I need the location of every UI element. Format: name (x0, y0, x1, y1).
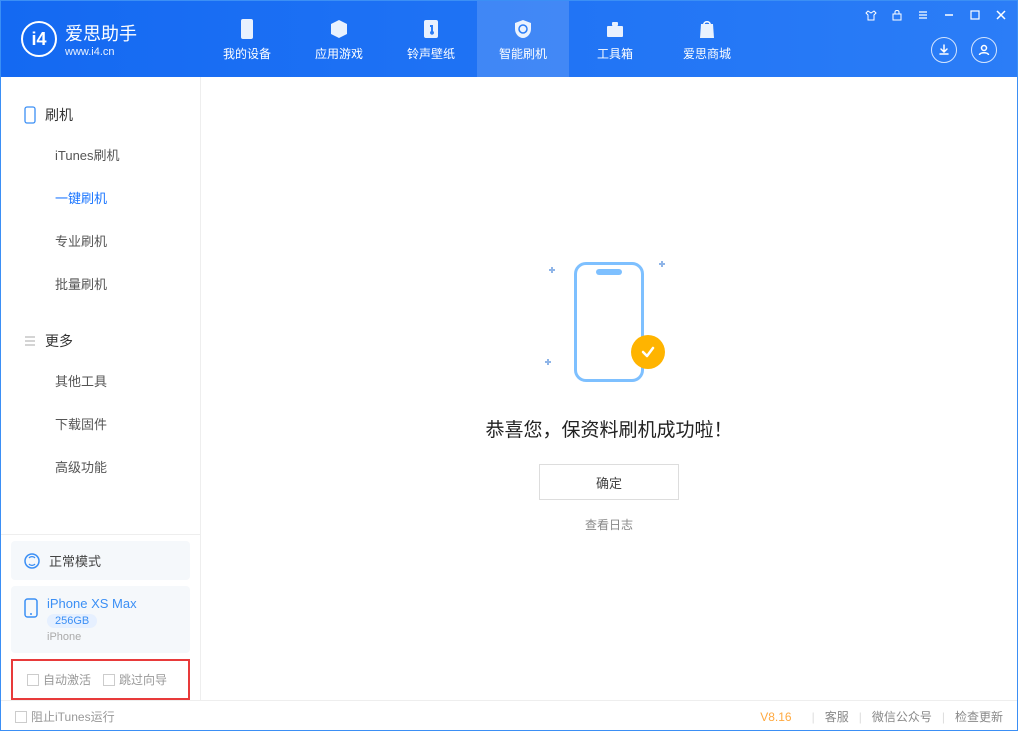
divider: | (812, 710, 815, 724)
app-name: 爱思助手 (65, 20, 137, 46)
title-bar: i4 爱思助手 www.i4.cn 我的设备 应用游戏 铃声壁纸 智能刷机 工具… (1, 1, 1017, 77)
app-site: www.i4.cn (65, 46, 137, 58)
checkbox-icon (15, 711, 27, 723)
body: 刷机 iTunes刷机 一键刷机 专业刷机 批量刷机 更多 其他工具 下载固件 … (1, 77, 1017, 700)
user-button[interactable] (971, 37, 997, 63)
group-title: 更多 (45, 331, 73, 351)
checkbox-icon (103, 674, 115, 686)
checkbox-auto-activate[interactable]: 自动激活 (27, 671, 91, 688)
sparkle-icon (545, 359, 551, 365)
logo-area: i4 爱思助手 www.i4.cn (1, 20, 201, 58)
divider: | (942, 710, 945, 724)
sidebar: 刷机 iTunes刷机 一键刷机 专业刷机 批量刷机 更多 其他工具 下载固件 … (1, 77, 201, 700)
tab-label: 智能刷机 (499, 45, 547, 62)
highlighted-options-row: 自动激活 跳过向导 (11, 659, 190, 700)
checkbox-icon (27, 674, 39, 686)
device-icon (235, 17, 259, 41)
tab-apps-games[interactable]: 应用游戏 (293, 1, 385, 77)
tab-ringtones-wallpapers[interactable]: 铃声壁纸 (385, 1, 477, 77)
version-label: V8.16 (760, 710, 791, 724)
menu-icon[interactable] (915, 7, 931, 23)
minimize-button[interactable] (941, 7, 957, 23)
sidebar-group-more: 更多 其他工具 下载固件 高级功能 (1, 323, 200, 488)
group-title: 刷机 (45, 105, 73, 125)
footer-left: 阻止iTunes运行 (15, 708, 760, 725)
sidebar-item-itunes-flash[interactable]: iTunes刷机 (1, 133, 200, 176)
refresh-circle-icon (23, 552, 41, 570)
phone-icon (23, 598, 39, 618)
support-link[interactable]: 客服 (825, 708, 849, 725)
tab-label: 铃声壁纸 (407, 45, 455, 62)
close-button[interactable] (993, 7, 1009, 23)
footer-right: V8.16 | 客服 | 微信公众号 | 检查更新 (760, 708, 1003, 725)
sidebar-group-flash: 刷机 iTunes刷机 一键刷机 专业刷机 批量刷机 (1, 97, 200, 305)
checkbox-label: 阻止iTunes运行 (31, 708, 115, 725)
shield-refresh-icon (511, 17, 535, 41)
confirm-button[interactable]: 确定 (539, 464, 679, 500)
checkbox-block-itunes[interactable]: 阻止iTunes运行 (15, 708, 115, 725)
main-content: 恭喜您，保资料刷机成功啦！ 确定 查看日志 (201, 77, 1017, 700)
mode-label: 正常模式 (49, 551, 101, 570)
device-card[interactable]: iPhone XS Max 256GB iPhone (11, 586, 190, 653)
success-message: 恭喜您，保资料刷机成功啦！ (485, 415, 732, 442)
tab-smart-flash[interactable]: 智能刷机 (477, 1, 569, 77)
status-bar: 阻止iTunes运行 V8.16 | 客服 | 微信公众号 | 检查更新 (1, 700, 1017, 732)
shirt-icon[interactable] (863, 7, 879, 23)
view-log-link[interactable]: 查看日志 (585, 516, 633, 533)
check-update-link[interactable]: 检查更新 (955, 708, 1003, 725)
app-title-block: 爱思助手 www.i4.cn (65, 20, 137, 58)
music-file-icon (419, 17, 443, 41)
checkbox-label: 跳过向导 (119, 671, 167, 688)
device-type: iPhone (47, 631, 137, 643)
cube-icon (327, 17, 351, 41)
tab-label: 爱思商城 (683, 45, 731, 62)
app-logo-icon: i4 (21, 21, 57, 57)
tab-toolbox[interactable]: 工具箱 (569, 1, 661, 77)
check-badge-icon (631, 335, 665, 369)
wechat-link[interactable]: 微信公众号 (872, 708, 932, 725)
window-controls (863, 7, 1009, 23)
sidebar-item-pro-flash[interactable]: 专业刷机 (1, 219, 200, 262)
sidebar-item-oneclick-flash[interactable]: 一键刷机 (1, 176, 200, 219)
list-icon (23, 334, 37, 348)
phone-outline-icon (23, 106, 37, 124)
checkbox-label: 自动激活 (43, 671, 91, 688)
maximize-button[interactable] (967, 7, 983, 23)
header-right-buttons (931, 37, 997, 63)
sparkle-icon (549, 267, 555, 273)
tab-store[interactable]: 爱思商城 (661, 1, 753, 77)
tab-label: 我的设备 (223, 45, 271, 62)
phone-illustration (574, 262, 644, 382)
tab-label: 应用游戏 (315, 45, 363, 62)
download-button[interactable] (931, 37, 957, 63)
sidebar-group-header[interactable]: 刷机 (1, 97, 200, 133)
success-illustration (549, 257, 669, 387)
sidebar-item-batch-flash[interactable]: 批量刷机 (1, 262, 200, 305)
checkbox-skip-guide[interactable]: 跳过向导 (103, 671, 167, 688)
top-nav-tabs: 我的设备 应用游戏 铃声壁纸 智能刷机 工具箱 爱思商城 (201, 1, 753, 77)
sidebar-item-advanced[interactable]: 高级功能 (1, 445, 200, 488)
sidebar-nav: 刷机 iTunes刷机 一键刷机 专业刷机 批量刷机 更多 其他工具 下载固件 … (1, 77, 200, 534)
sidebar-item-download-firmware[interactable]: 下载固件 (1, 402, 200, 445)
device-storage-badge: 256GB (47, 614, 97, 628)
toolbox-icon (603, 17, 627, 41)
tab-label: 工具箱 (597, 45, 633, 62)
divider: | (859, 710, 862, 724)
device-panel: 正常模式 iPhone XS Max 256GB iPhone 自动激活 跳过向… (1, 534, 200, 700)
device-name: iPhone XS Max (47, 596, 137, 611)
sidebar-item-other-tools[interactable]: 其他工具 (1, 359, 200, 402)
sparkle-icon (659, 261, 665, 267)
tab-my-device[interactable]: 我的设备 (201, 1, 293, 77)
sidebar-group-header[interactable]: 更多 (1, 323, 200, 359)
lock-icon[interactable] (889, 7, 905, 23)
mode-card[interactable]: 正常模式 (11, 541, 190, 580)
device-info: iPhone XS Max 256GB iPhone (47, 596, 137, 643)
shopping-bag-icon (695, 17, 719, 41)
